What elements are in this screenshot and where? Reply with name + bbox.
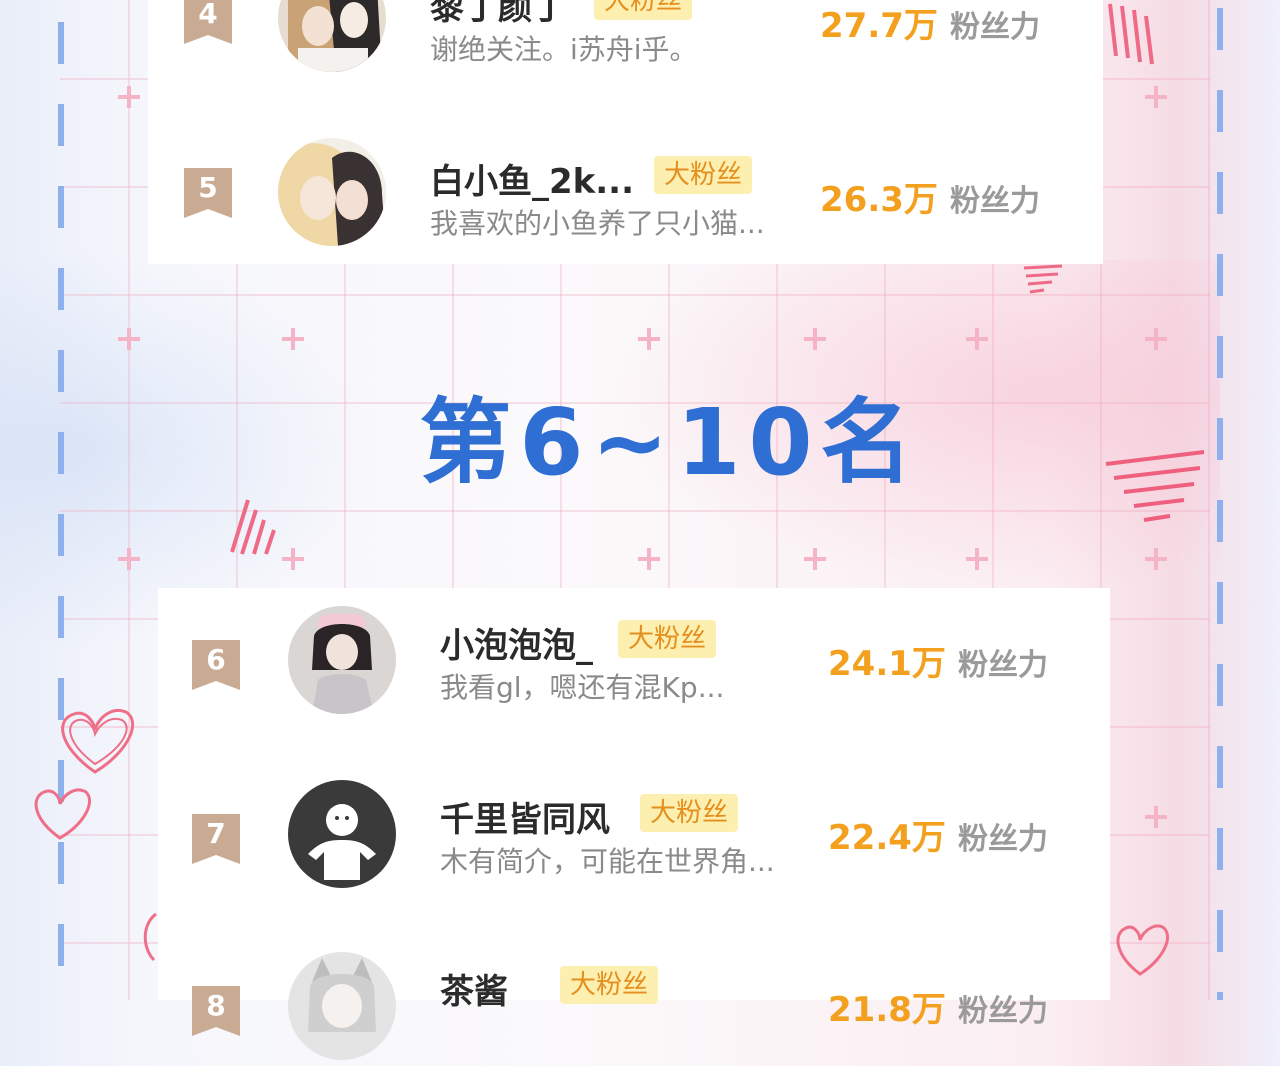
user-bio: 谢绝关注。i苏舟i乎。 <box>430 33 698 66</box>
user-name[interactable]: 白小鱼_2k... <box>430 154 634 203</box>
avatar[interactable] <box>278 0 386 72</box>
anime-girls-avatar-icon <box>278 0 386 72</box>
fan-power-label: 粉丝力 <box>958 994 1048 1029</box>
user-bio: 我看gl，嗯还有混Kp... <box>440 671 725 704</box>
default-user-avatar-icon <box>288 780 396 888</box>
cross-decoration <box>118 328 140 350</box>
fan-power-label: 粉丝力 <box>958 822 1048 857</box>
list-item[interactable]: 5 白小鱼_2k... 大粉丝 我喜欢的小鱼养了只小猫... 26.3万 粉丝力 <box>148 128 1103 248</box>
dashed-border-right <box>1217 0 1223 1000</box>
cross-decoration <box>1145 86 1167 108</box>
fan-badge: 大粉丝 <box>654 156 753 194</box>
cross-decoration <box>638 548 660 570</box>
avatar[interactable] <box>278 138 386 246</box>
anime-couple-avatar-icon <box>278 138 386 246</box>
list-item[interactable]: 7 千里皆同风 大粉丝 木有简介，可能在世界角... 22.4万 粉丝力 <box>158 774 1110 894</box>
user-name[interactable]: 千里皆同风 <box>440 792 610 841</box>
striped-triangle-decoration <box>230 499 276 555</box>
cross-decoration <box>966 548 988 570</box>
fan-badge: 大粉丝 <box>594 0 693 20</box>
section-title: 第6~10名 <box>419 389 921 496</box>
user-name[interactable]: 黎丁颜丁 <box>430 0 566 29</box>
fan-badge: 大粉丝 <box>640 794 739 832</box>
heart-doodle-icon <box>61 709 135 774</box>
rank-tag: 8 <box>192 986 240 1036</box>
striped-triangle-decoration <box>1108 3 1154 65</box>
fan-power-label: 粉丝力 <box>950 184 1040 219</box>
list-item[interactable]: 8 茶酱 大粉丝 21.8万 粉丝力 <box>158 946 1110 1066</box>
rank-tag: 4 <box>184 0 232 44</box>
list-item[interactable]: 4 黎丁颜丁 大粉丝 谢绝关注。i苏舟i乎。 27.7万 粉丝力 <box>148 0 1103 74</box>
user-bio: 我喜欢的小鱼养了只小猫... <box>430 207 765 240</box>
avatar[interactable] <box>288 952 396 1060</box>
striped-triangle-decoration <box>1105 450 1205 522</box>
list-item[interactable]: 6 小泡泡泡_ 大粉丝 我看gl，嗯还有混Kp... 24.1万 粉丝力 <box>158 600 1110 720</box>
rank-tag: 6 <box>192 640 240 690</box>
user-name[interactable]: 茶酱 <box>440 964 508 1013</box>
rank-tag: 5 <box>184 168 232 218</box>
avatar[interactable] <box>288 606 396 714</box>
fan-power-value: 21.8万 <box>828 990 946 1030</box>
fan-power-value: 27.7万 <box>820 6 938 46</box>
fan-power-value: 26.3万 <box>820 180 938 220</box>
cross-decoration <box>1145 806 1167 828</box>
fan-power-label: 粉丝力 <box>950 10 1040 45</box>
cross-decoration <box>966 328 988 350</box>
cross-decoration <box>1145 548 1167 570</box>
user-bio: 木有简介，可能在世界角... <box>440 845 775 878</box>
user-name[interactable]: 小泡泡泡_ <box>440 618 593 667</box>
cross-decoration <box>804 328 826 350</box>
avatar[interactable] <box>288 780 396 888</box>
dashed-border-left <box>58 0 64 1000</box>
cross-decoration <box>1145 328 1167 350</box>
anime-catboy-avatar-icon <box>288 952 396 1060</box>
cross-decoration <box>118 86 140 108</box>
heart-doodle-icon <box>1116 924 1170 976</box>
rank-tag: 7 <box>192 814 240 864</box>
girl-photo-avatar-icon <box>288 606 396 714</box>
ranking-card-top: 4 黎丁颜丁 大粉丝 谢绝关注。i苏舟i乎。 27.7万 粉丝力 5 白小鱼_2… <box>148 0 1103 264</box>
ranking-card-bottom: 6 小泡泡泡_ 大粉丝 我看gl，嗯还有混Kp... 24.1万 粉丝力 7 千… <box>158 588 1110 1060</box>
heart-doodle-icon <box>34 788 92 840</box>
fan-power-label: 粉丝力 <box>958 648 1048 683</box>
cross-decoration <box>638 328 660 350</box>
striped-triangle-decoration <box>1023 264 1063 294</box>
cross-decoration <box>118 548 140 570</box>
fan-badge: 大粉丝 <box>560 966 659 1004</box>
fan-badge: 大粉丝 <box>618 620 717 658</box>
cross-decoration <box>804 548 826 570</box>
fan-power-value: 22.4万 <box>828 818 946 858</box>
fan-power-value: 24.1万 <box>828 644 946 684</box>
cross-decoration <box>282 328 304 350</box>
